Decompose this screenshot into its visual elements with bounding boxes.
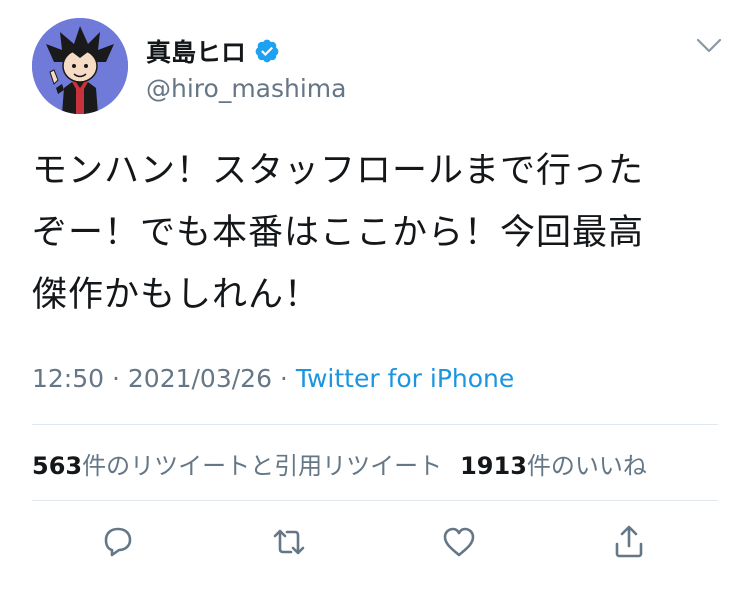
reply-button[interactable] — [96, 520, 140, 564]
share-icon — [615, 525, 643, 558]
retweet-icon — [273, 529, 305, 555]
verified-badge-icon — [254, 38, 280, 64]
retweets-label: 件のリツイートと引用リツイート — [82, 452, 443, 480]
display-name[interactable]: 真島ヒロ — [146, 33, 246, 69]
divider — [32, 500, 718, 501]
meta-separator: · — [271, 364, 296, 393]
likes-count: 1913 — [460, 452, 527, 480]
retweets-count: 563 — [32, 452, 83, 480]
tweet-text: モンハン！スタッフロールまで行った ぞー！でも本番はここから！今回最高 傑作かも… — [32, 140, 722, 326]
tweet-line: ぞー！でも本番はここから！今回最高 — [32, 213, 645, 253]
tweet-line: 傑作かもしれん！ — [32, 275, 321, 315]
meta-separator: · — [104, 364, 128, 393]
user-handle[interactable]: @hiro_mashima — [146, 74, 346, 103]
reply-icon — [104, 527, 132, 557]
likes-stat[interactable]: 1913件のいいね — [460, 452, 647, 480]
retweet-button[interactable] — [267, 520, 311, 564]
user-names: 真島ヒロ @hiro_mashima — [146, 34, 346, 103]
share-button[interactable] — [607, 520, 651, 564]
retweets-stat[interactable]: 563件のリツイートと引用リツイート — [32, 452, 442, 480]
tweet-stats: 563件のリツイートと引用リツイート 1913件のいいね — [32, 446, 647, 481]
divider — [32, 424, 718, 425]
chevron-down-icon[interactable] — [696, 38, 722, 54]
display-name-row: 真島ヒロ — [146, 34, 346, 68]
tweet-source-link[interactable]: Twitter for iPhone — [296, 364, 514, 393]
action-bar — [0, 516, 750, 568]
tweet-line: モンハン！スタッフロールまで行った — [32, 151, 645, 191]
like-button[interactable] — [437, 520, 481, 564]
tweet-header: 真島ヒロ @hiro_mashima — [32, 18, 722, 116]
likes-label: 件のいいね — [526, 452, 647, 480]
manga-character-avatar — [32, 18, 128, 114]
avatar[interactable] — [32, 18, 128, 114]
tweet-meta: 12:50 · 2021/03/26 · Twitter for iPhone — [32, 364, 514, 393]
tweet-time[interactable]: 12:50 — [32, 364, 104, 393]
tweet-date[interactable]: 2021/03/26 — [128, 364, 272, 393]
heart-icon — [443, 527, 475, 557]
